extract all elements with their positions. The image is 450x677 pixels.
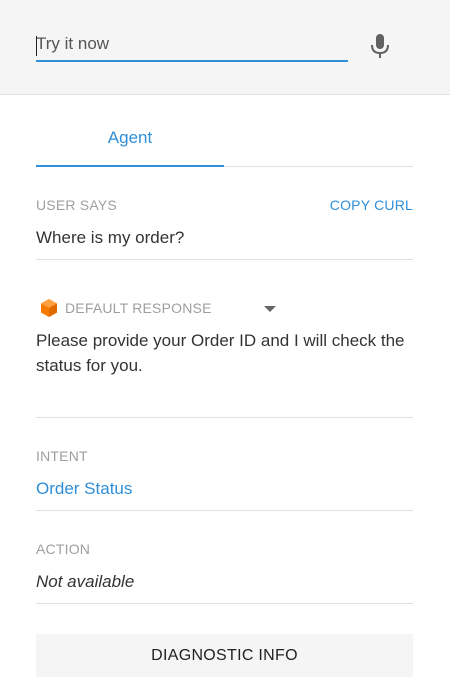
divider [36, 603, 413, 604]
default-response-text: Please provide your Order ID and I will … [36, 331, 405, 375]
microphone-icon[interactable] [368, 32, 392, 60]
action-label: ACTION [36, 541, 91, 557]
default-response-label: DEFAULT RESPONSE [65, 300, 212, 316]
user-says-label: USER SAYS [36, 197, 117, 213]
cube-icon [41, 299, 57, 317]
try-it-now-input[interactable] [36, 32, 348, 62]
response-header: DEFAULT RESPONSE [40, 297, 212, 319]
dropdown-arrow-icon[interactable] [264, 306, 276, 312]
copy-curl-link[interactable]: COPY CURL [330, 197, 413, 213]
intent-label: INTENT [36, 448, 88, 464]
intent-link[interactable]: Order Status [36, 479, 132, 499]
text-cursor [36, 36, 37, 56]
try-it-now-bar [0, 0, 450, 95]
divider [36, 510, 413, 511]
action-value: Not available [36, 572, 135, 591]
divider [36, 259, 413, 260]
user-says-value: Where is my order? [36, 228, 185, 247]
tab-bar: Agent [36, 110, 413, 167]
divider [36, 417, 413, 418]
diagnostic-info-button[interactable]: DIAGNOSTIC INFO [36, 634, 413, 677]
tab-agent[interactable]: Agent [36, 110, 224, 167]
